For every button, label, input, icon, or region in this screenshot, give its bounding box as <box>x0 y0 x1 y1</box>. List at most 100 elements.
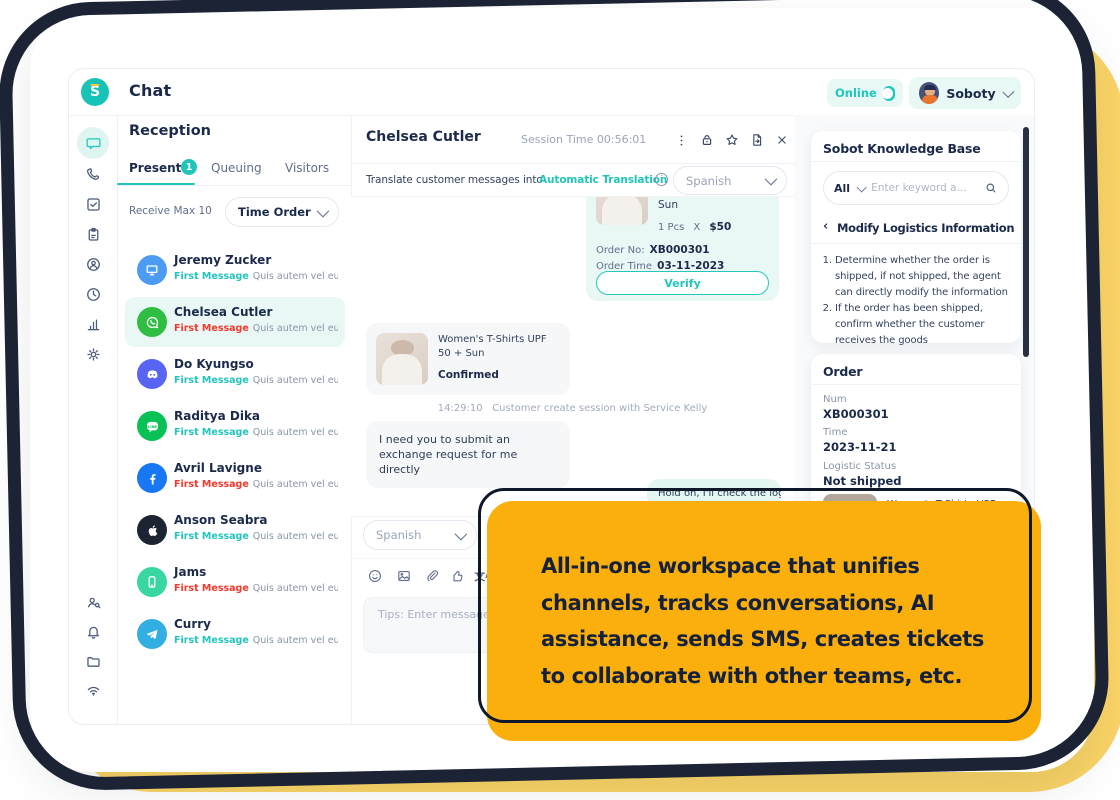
sidebar-item-history[interactable] <box>76 279 110 309</box>
system-message-text: Customer create session with Service Kel… <box>492 403 707 414</box>
user-menu[interactable]: Soboty <box>909 77 1021 109</box>
verify-button[interactable]: Verify <box>596 271 769 295</box>
first-message-label: First Message <box>174 531 249 542</box>
translate-mode-link[interactable]: Automatic Translation <box>539 174 667 186</box>
logistic-status-label: Logistic Status <box>823 461 896 472</box>
tabs-divider <box>117 185 351 186</box>
list-item-curry[interactable]: Curry First MessageQuis autem vel eum iu… <box>125 609 345 659</box>
online-status-pill[interactable]: Online <box>827 79 903 107</box>
sort-order-select[interactable]: Time Order <box>225 197 339 227</box>
chevron-down-icon <box>1002 85 1014 97</box>
channel-icon-whatsapp <box>137 307 167 337</box>
chevron-down-icon <box>317 204 330 217</box>
product-message-card: Women's T-Shirts UPF 50 + Sun Confirmed <box>366 323 570 395</box>
customer-message-bubble: I need you to submit an exchange request… <box>366 421 570 488</box>
star-button[interactable] <box>722 130 742 150</box>
list-item-do-kyungso[interactable]: Do Kyungso First MessageQuis autem vel e… <box>125 349 345 399</box>
composer-language-select[interactable]: Spanish <box>363 520 477 550</box>
list-item-raditya-dika[interactable]: LINE Raditya Dika First MessageQuis aute… <box>125 401 345 451</box>
like-button[interactable] <box>448 566 468 586</box>
sidebar-item-contact-search[interactable] <box>76 587 110 617</box>
chat-header-divider <box>351 163 794 164</box>
product-image <box>376 333 428 385</box>
export-file-button[interactable] <box>747 130 767 150</box>
list-item-jeremy-zucker[interactable]: Jeremy Zucker First MessageQuis autem ve… <box>125 245 345 295</box>
attachment-button[interactable] <box>422 566 442 586</box>
session-time: Session Time 00:56:01 <box>521 133 646 146</box>
message-preview: Quis autem vel eum iu... <box>253 427 338 438</box>
callout-text: All-in-one workspace that unifies channe… <box>541 548 1013 694</box>
order-time-value: 2023-11-21 <box>823 440 897 454</box>
page-title: Chat <box>129 81 171 100</box>
sidebar-item-notifications[interactable] <box>76 617 110 647</box>
more-options-button[interactable] <box>671 130 691 150</box>
bar-chart-icon <box>85 316 102 333</box>
order-time-label: Time <box>823 427 847 438</box>
kb-steps-list: Determine whether the order is shipped, … <box>835 253 1011 349</box>
sidebar-item-analytics[interactable] <box>76 309 110 339</box>
sidebar-item-settings[interactable] <box>76 339 110 369</box>
tab-present[interactable]: Present <box>129 161 181 175</box>
back-chevron-icon[interactable]: ‹ <box>823 219 835 234</box>
sobot-logo[interactable]: S <box>81 78 109 106</box>
panel-scrollbar[interactable] <box>1023 127 1029 357</box>
info-icon[interactable]: i <box>655 173 668 186</box>
contact-name: Anson Seabra <box>174 513 267 527</box>
tab-queuing[interactable]: Queuing <box>211 161 262 175</box>
logistic-status-value: Not shipped <box>823 474 902 488</box>
chat-message-list[interactable]: Sun 1 Pcs X $50 Order No: XB000301 Order… <box>351 197 794 516</box>
close-icon[interactable] <box>772 130 792 150</box>
search-icon[interactable] <box>984 181 998 195</box>
times: X <box>693 222 700 233</box>
folder-icon <box>85 653 102 670</box>
sidebar-item-network[interactable] <box>76 675 110 705</box>
message-preview: Quis autem vel eum iu... <box>253 323 338 334</box>
person-search-icon <box>85 594 102 611</box>
kb-filter-value[interactable]: All <box>834 182 850 195</box>
channel-icon-app <box>137 567 167 597</box>
channel-icon-telegram <box>137 619 167 649</box>
channel-icon-line: LINE <box>137 411 167 441</box>
knowledge-base-card: Sobot Knowledge Base All Enter keyword a… <box>811 131 1021 343</box>
emoji-button[interactable] <box>365 566 385 586</box>
product-qty-price: 1 Pcs X $50 <box>658 215 731 234</box>
sidebar-item-files[interactable] <box>76 646 110 676</box>
lock-session-button[interactable] <box>697 130 717 150</box>
list-item-anson-seabra[interactable]: Anson Seabra First Message Quis autem vel… <box>125 505 345 555</box>
sort-order-value: Time Order <box>238 205 311 219</box>
message-preview: Quis autem vel eum iu... <box>253 531 338 542</box>
first-message-label: First Message <box>174 271 249 282</box>
online-toggle[interactable] <box>883 86 895 101</box>
kb-article-title[interactable]: Modify Logistics Information <box>837 221 1014 235</box>
reception-title: Reception <box>129 123 211 139</box>
kb-search[interactable]: All Enter keyword a... <box>823 171 1009 205</box>
bell-icon <box>85 624 102 641</box>
sidebar-item-tickets[interactable] <box>76 219 110 249</box>
channel-icon-apple <box>137 515 167 545</box>
online-label: Online <box>835 86 877 100</box>
sidebar-item-chat[interactable] <box>77 127 109 159</box>
list-item-jams[interactable]: Jams First MessageQuis autem vel eum iu.… <box>125 557 345 607</box>
card-divider <box>811 384 1021 385</box>
order-card-title: Order <box>823 364 862 379</box>
sidebar-item-tasks[interactable] <box>76 189 110 219</box>
sidebar-item-calls[interactable] <box>76 159 110 189</box>
translate-language-select[interactable]: Spanish <box>673 166 787 195</box>
user-name: Soboty <box>946 86 995 101</box>
message-preview: Quis autem vel eum iu... <box>253 635 338 646</box>
phone-icon <box>85 166 102 183</box>
kb-step: Determine whether the order is shipped, … <box>835 253 1011 301</box>
message-preview: Quis autem vel eum iu... <box>253 375 338 386</box>
list-item-chelsea-cutler[interactable]: Chelsea Cutler First MessageQuis autem v… <box>125 297 345 347</box>
sidebar-item-agents[interactable] <box>76 249 110 279</box>
kb-search-placeholder: Enter keyword a... <box>871 182 978 194</box>
first-message-label: First Message <box>174 635 249 646</box>
channel-icon-discord <box>137 359 167 389</box>
tab-visitors[interactable]: Visitors <box>285 161 329 175</box>
receive-max-label: Receive Max 10 <box>129 205 212 217</box>
channel-icon-facebook <box>137 463 167 493</box>
first-message-label: First Message <box>174 323 249 334</box>
list-item-avril-lavigne[interactable]: Avril Lavigne First MessageQuis autem ve… <box>125 453 345 503</box>
image-button[interactable] <box>394 566 414 586</box>
product-title: Sun <box>658 199 678 211</box>
